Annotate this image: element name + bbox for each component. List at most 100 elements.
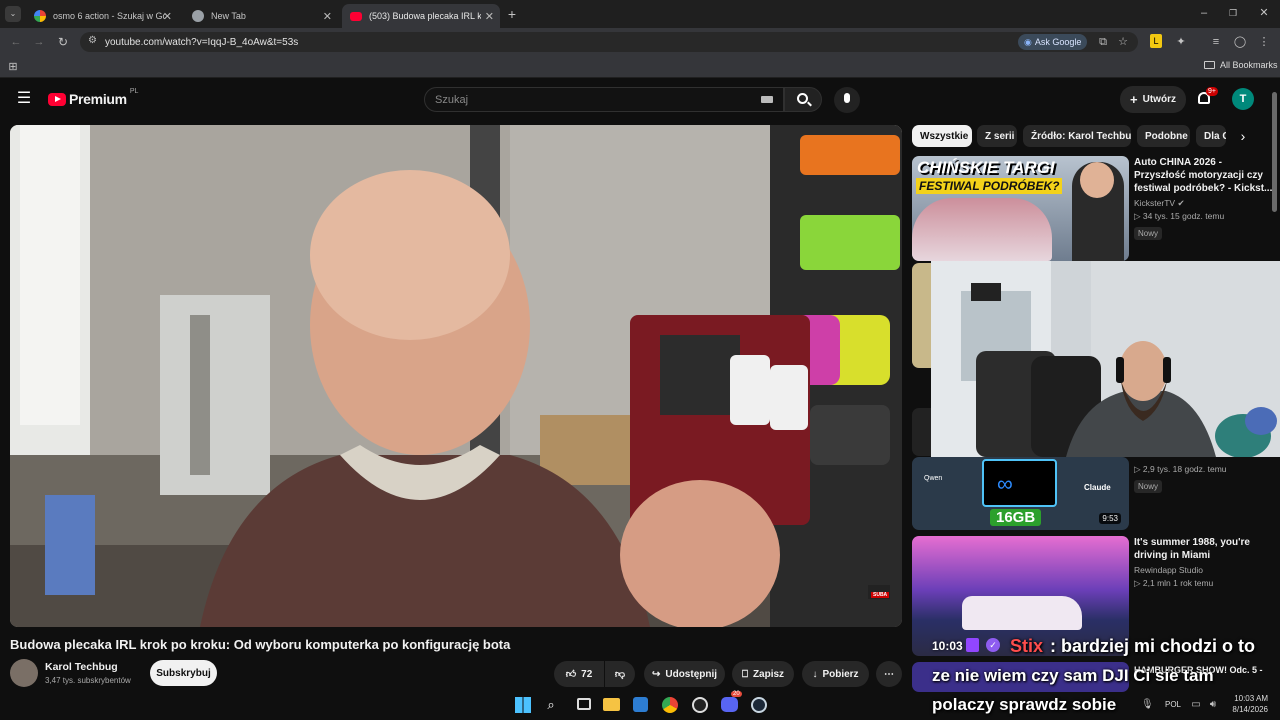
close-tab-icon[interactable]: ✕ bbox=[485, 10, 494, 23]
minimize-icon[interactable]: – bbox=[1196, 5, 1212, 21]
tab-new-tab[interactable]: New Tab ✕ bbox=[184, 4, 338, 28]
all-bookmarks-button[interactable]: All Bookmarks bbox=[1204, 60, 1278, 70]
recommendation-channel: KicksterTV ✔ bbox=[1134, 198, 1185, 208]
bookmark-star-icon[interactable]: ☆ bbox=[1116, 34, 1130, 50]
search-icon[interactable]: ⌕ bbox=[543, 697, 559, 713]
discord-badge: 20 bbox=[731, 691, 742, 697]
language-indicator[interactable]: POL bbox=[1165, 700, 1181, 709]
chrome-menu-icon[interactable]: ⋮ bbox=[1258, 34, 1270, 50]
save-button[interactable]: ⎕ Zapisz bbox=[732, 661, 794, 687]
volume-icon[interactable]: 🔊︎ bbox=[1207, 697, 1219, 713]
window-close-icon[interactable]: ✕ bbox=[1256, 5, 1272, 21]
keyboard-icon[interactable] bbox=[761, 96, 773, 103]
channel-avatar[interactable] bbox=[10, 659, 38, 687]
discord-icon[interactable]: 20 bbox=[721, 691, 742, 712]
chevron-right-icon[interactable]: › bbox=[1236, 128, 1250, 144]
voice-search-button[interactable] bbox=[834, 87, 860, 113]
subscribe-button[interactable]: Subskrybuj bbox=[150, 660, 217, 686]
new-tab-icon[interactable]: + bbox=[504, 6, 520, 22]
tab-youtube-video[interactable]: (503) Budowa plecaka IRL krok ✕ bbox=[342, 4, 500, 28]
google-icon bbox=[34, 10, 46, 22]
share-button[interactable]: ↪ Udostępnij bbox=[644, 661, 725, 687]
steam-icon[interactable] bbox=[751, 697, 767, 713]
recommendation-thumbnail[interactable]: Qwen Claude ∞ 16GB 9:53 bbox=[912, 457, 1129, 530]
thumbnail-text: FESTIWAL PODRÓBEK? bbox=[916, 178, 1063, 194]
tab-google-search[interactable]: osmo 6 action - Szukaj w Google ✕ bbox=[26, 4, 178, 28]
url-text: youtube.com/watch?v=IqqJ-B_4oAw&t=53s bbox=[105, 36, 299, 48]
more-icon: ⋯ bbox=[884, 668, 894, 680]
profile-icon[interactable]: ◯ bbox=[1233, 34, 1247, 50]
thumbs-down-icon: 👎︎ bbox=[614, 669, 626, 680]
create-button[interactable]: + Utwórz bbox=[1120, 86, 1186, 113]
video-title: Budowa plecaka IRL krok po kroku: Od wyb… bbox=[10, 637, 511, 652]
recommendation-meta: ▷ 34 tys. 15 godz. temu bbox=[1134, 211, 1225, 221]
recommendation-title[interactable]: It's summer 1988, you're driving in Miam… bbox=[1134, 536, 1274, 562]
reading-list-icon[interactable]: ≡ bbox=[1209, 34, 1223, 50]
system-clock[interactable]: 10:03 AM 8/14/2026 bbox=[1230, 693, 1268, 715]
tab-title: (503) Budowa plecaka IRL krok bbox=[369, 11, 481, 21]
download-button[interactable]: ↓ Pobierz bbox=[802, 661, 869, 687]
address-bar[interactable]: ⚙ youtube.com/watch?v=IqqJ-B_4oAw&t=53s … bbox=[80, 32, 1138, 52]
channel-watermark[interactable]: SUBA bbox=[871, 592, 890, 598]
account-avatar[interactable]: T bbox=[1232, 88, 1254, 110]
claude-label: Claude bbox=[1084, 483, 1111, 492]
recommendation-thumbnail[interactable]: CHIŃSKIE TARGI FESTIWAL PODRÓBEK? bbox=[912, 156, 1129, 261]
extensions-icon[interactable]: ✦ bbox=[1174, 34, 1188, 50]
search-button[interactable] bbox=[784, 87, 822, 112]
thumbnail-text: 16GB bbox=[990, 509, 1042, 526]
notifications-button[interactable]: 9+ bbox=[1196, 87, 1218, 110]
close-tab-icon[interactable]: ✕ bbox=[163, 10, 172, 23]
chip-all[interactable]: Wszystkie bbox=[912, 125, 972, 147]
like-button[interactable]: 👍︎ 72 bbox=[554, 661, 604, 687]
install-app-icon[interactable]: ⧉ bbox=[1096, 34, 1110, 50]
recommendation-meta: ▷ 2,9 tys. 18 godz. temu bbox=[1134, 464, 1227, 474]
chrome-taskbar-icon[interactable] bbox=[662, 697, 678, 713]
youtube-favicon-icon bbox=[350, 11, 362, 21]
microphone-icon bbox=[844, 93, 850, 103]
dislike-button[interactable]: 👎︎ bbox=[605, 661, 635, 687]
channel-name[interactable]: Karol Techbug bbox=[45, 661, 118, 673]
back-icon[interactable]: ← bbox=[8, 34, 24, 50]
menu-hamburger-icon[interactable]: ☰ bbox=[15, 91, 33, 107]
chip-similar[interactable]: Podobne bbox=[1137, 125, 1190, 147]
close-tab-icon[interactable]: ✕ bbox=[323, 10, 332, 23]
reload-icon[interactable]: ↻ bbox=[55, 34, 71, 50]
bookmarks-bar: ⊞ All Bookmarks bbox=[0, 56, 1280, 78]
apps-grid-icon[interactable]: ⊞ bbox=[6, 59, 20, 75]
taskbar: ⌕ 20 bbox=[505, 690, 775, 720]
ask-google-button[interactable]: ◉ Ask Google bbox=[1018, 34, 1088, 50]
video-duration: 9:53 bbox=[1099, 513, 1121, 524]
recommendation-info: It's summer 1988, you're driving in Miam… bbox=[1134, 536, 1274, 590]
webcam-frame bbox=[931, 261, 1280, 457]
new-badge: Nowy bbox=[1134, 480, 1163, 493]
verified-icon: ✔ bbox=[1177, 198, 1185, 208]
browser-tab-bar: ⌄ osmo 6 action - Szukaj w Google ✕ New … bbox=[0, 0, 1280, 28]
folder-icon bbox=[1204, 61, 1215, 69]
mic-tray-icon[interactable]: 🎙︎ bbox=[1141, 697, 1154, 713]
search-input[interactable]: Szukaj bbox=[424, 87, 784, 112]
forward-icon[interactable]: → bbox=[31, 34, 47, 50]
notification-count-badge: 9+ bbox=[1206, 87, 1218, 96]
chat-username: Stix bbox=[1010, 636, 1044, 656]
file-explorer-icon[interactable] bbox=[603, 698, 620, 711]
tab-search-icon[interactable]: ⌄ bbox=[5, 6, 21, 22]
network-icon[interactable]: ▭ bbox=[1190, 697, 1202, 713]
store-icon[interactable] bbox=[633, 697, 648, 712]
restore-icon[interactable]: ❐ bbox=[1225, 5, 1241, 21]
chip-for-you[interactable]: Dla Ciebie bbox=[1196, 125, 1226, 147]
chip-series[interactable]: Z serii bbox=[977, 125, 1017, 147]
video-player[interactable]: SUBA bbox=[10, 125, 902, 627]
new-badge: Nowy bbox=[1134, 227, 1163, 240]
windows-start-icon[interactable] bbox=[515, 697, 531, 713]
tab-title: New Tab bbox=[211, 11, 246, 21]
recommendation-title[interactable]: Auto CHINA 2026 - Przyszłość motoryzacji… bbox=[1134, 156, 1274, 195]
site-info-icon[interactable]: ⚙ bbox=[88, 35, 97, 46]
recommendation-channel[interactable]: Rewindapp Studio bbox=[1134, 564, 1274, 577]
chip-source[interactable]: Źródło: Karol Techbug bbox=[1023, 125, 1131, 147]
extension-badge-icon[interactable]: L bbox=[1150, 34, 1162, 48]
youtube-logo[interactable]: Premium PL bbox=[48, 88, 138, 107]
task-view-icon[interactable] bbox=[577, 698, 591, 710]
more-actions-button[interactable]: ⋯ bbox=[876, 661, 902, 687]
thumbs-up-icon: 👍︎ bbox=[565, 669, 577, 680]
obs-icon[interactable] bbox=[692, 697, 708, 713]
